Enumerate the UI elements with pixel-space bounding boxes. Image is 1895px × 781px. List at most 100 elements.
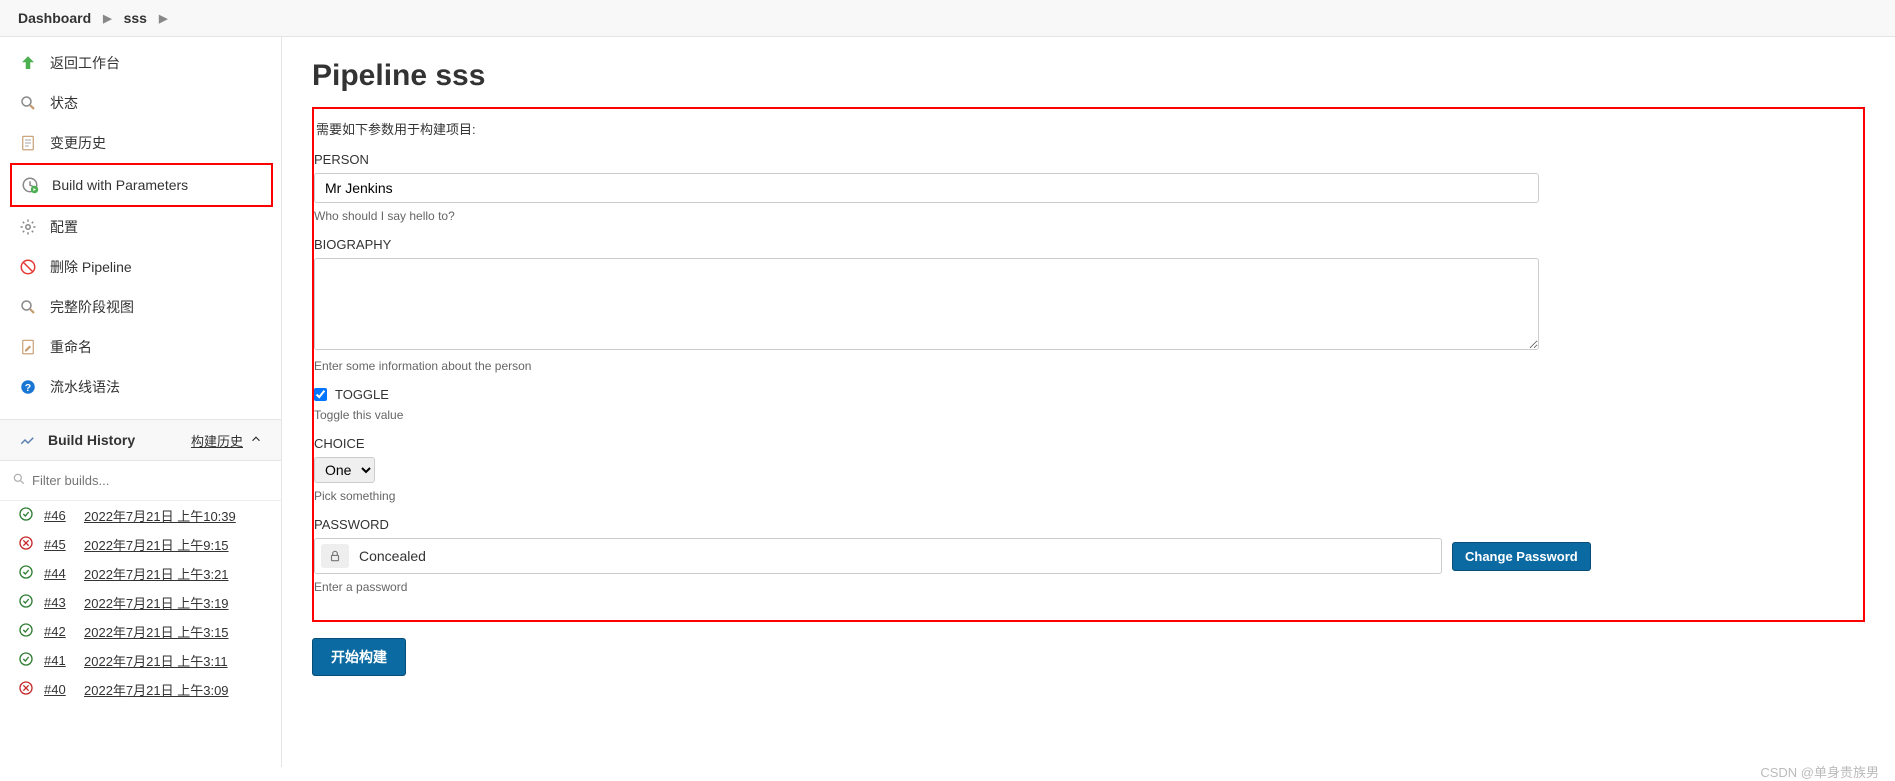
search-icon <box>18 297 38 317</box>
password-display: Concealed <box>314 538 1442 574</box>
check-circle-icon <box>18 593 34 612</box>
param-password: PASSWORD Concealed Change Password Enter… <box>314 517 1863 594</box>
param-person: PERSON Who should I say hello to? <box>314 152 1863 223</box>
change-password-button[interactable]: Change Password <box>1452 542 1591 571</box>
sidebar-item-full-stage[interactable]: 完整阶段视图 <box>0 287 281 327</box>
build-number-link[interactable]: #41 <box>44 653 74 668</box>
param-choice: CHOICE One Pick something <box>314 436 1863 503</box>
sidebar-item-label: 配置 <box>50 217 78 237</box>
build-row: #40 2022年7月21日 上午3:09 <box>0 675 281 704</box>
sidebar-item-label: 删除 Pipeline <box>50 257 132 277</box>
build-time-link[interactable]: 2022年7月21日 上午3:21 <box>84 564 229 583</box>
build-time-link[interactable]: 2022年7月21日 上午3:19 <box>84 593 229 612</box>
params-intro: 需要如下参数用于构建项目: <box>314 119 1863 138</box>
document-icon <box>18 133 38 153</box>
param-biography: BIOGRAPHY Enter some information about t… <box>314 237 1863 373</box>
sidebar-item-label: 流水线语法 <box>50 377 120 397</box>
param-label: PASSWORD <box>314 517 1863 532</box>
sidebar-item-delete[interactable]: 删除 Pipeline <box>0 247 281 287</box>
breadcrumb-dashboard[interactable]: Dashboard <box>18 10 91 26</box>
sidebar-item-changes[interactable]: 变更历史 <box>0 123 281 163</box>
help-icon: ? <box>18 377 38 397</box>
param-help: Pick something <box>314 489 1863 503</box>
up-arrow-icon <box>18 53 38 73</box>
sidebar-item-back[interactable]: 返回工作台 <box>0 43 281 83</box>
build-history-header: Build History 构建历史 <box>0 419 281 461</box>
build-number-link[interactable]: #46 <box>44 508 74 523</box>
sidebar-item-label: 重命名 <box>50 337 92 357</box>
build-filter-input[interactable] <box>32 469 269 492</box>
build-row: #43 2022年7月21日 上午3:19 <box>0 588 281 617</box>
sidebar-item-label: Build with Parameters <box>52 177 188 193</box>
check-circle-icon <box>18 506 34 525</box>
param-label: TOGGLE <box>335 387 389 402</box>
sidebar: 返回工作台 状态 变更历史 Build with Parameters 配置 <box>0 37 282 767</box>
lock-icon <box>321 544 349 568</box>
sidebar-item-label: 返回工作台 <box>50 53 120 73</box>
check-circle-icon <box>18 651 34 670</box>
watermark: CSDN @单身贵族男 <box>1760 762 1879 781</box>
build-time-link[interactable]: 2022年7月21日 上午10:39 <box>84 506 236 525</box>
choice-select[interactable]: One <box>314 457 375 483</box>
param-label: BIOGRAPHY <box>314 237 1863 252</box>
no-entry-icon <box>18 257 38 277</box>
sidebar-item-label: 变更历史 <box>50 133 106 153</box>
clock-play-icon <box>20 175 40 195</box>
build-number-link[interactable]: #45 <box>44 537 74 552</box>
document-edit-icon <box>18 337 38 357</box>
build-number-link[interactable]: #40 <box>44 682 74 697</box>
sidebar-item-build-with-parameters[interactable]: Build with Parameters <box>10 163 273 207</box>
password-concealed-text: Concealed <box>359 548 426 564</box>
check-circle-icon <box>18 622 34 641</box>
sidebar-item-syntax[interactable]: ? 流水线语法 <box>0 367 281 407</box>
trend-icon <box>18 430 38 450</box>
main-content: Pipeline sss 需要如下参数用于构建项目: PERSON Who sh… <box>282 37 1895 767</box>
search-icon <box>12 472 26 489</box>
build-history-trend-link[interactable]: 构建历史 <box>191 431 263 450</box>
toggle-checkbox[interactable] <box>314 388 327 401</box>
param-help: Enter some information about the person <box>314 359 1863 373</box>
build-time-link[interactable]: 2022年7月21日 上午9:15 <box>84 535 229 554</box>
parameters-form: 需要如下参数用于构建项目: PERSON Who should I say he… <box>312 107 1865 622</box>
param-label: CHOICE <box>314 436 1863 451</box>
build-row: #41 2022年7月21日 上午3:11 <box>0 646 281 675</box>
breadcrumb-job[interactable]: sss <box>124 10 147 26</box>
build-list: #46 2022年7月21日 上午10:39 #45 2022年7月21日 上午9:1… <box>0 501 281 704</box>
chevron-up-icon <box>249 432 263 449</box>
build-filter <box>0 461 281 501</box>
build-row: #44 2022年7月21日 上午3:21 <box>0 559 281 588</box>
build-number-link[interactable]: #43 <box>44 595 74 610</box>
x-circle-icon <box>18 535 34 554</box>
param-label: PERSON <box>314 152 1863 167</box>
build-time-link[interactable]: 2022年7月21日 上午3:15 <box>84 622 229 641</box>
breadcrumb: Dashboard ▶ sss ▶ <box>0 0 1895 37</box>
gear-icon <box>18 217 38 237</box>
build-number-link[interactable]: #42 <box>44 624 74 639</box>
page-title: Pipeline sss <box>312 59 1865 93</box>
build-row: #45 2022年7月21日 上午9:15 <box>0 530 281 559</box>
sidebar-item-rename[interactable]: 重命名 <box>0 327 281 367</box>
build-time-link[interactable]: 2022年7月21日 上午3:09 <box>84 680 229 699</box>
build-button[interactable]: 开始构建 <box>312 638 406 676</box>
build-row: #46 2022年7月21日 上午10:39 <box>0 501 281 530</box>
person-input[interactable] <box>314 173 1539 203</box>
sidebar-item-label: 完整阶段视图 <box>50 297 134 317</box>
build-history-title: Build History <box>48 432 135 448</box>
svg-text:?: ? <box>25 382 31 394</box>
biography-textarea[interactable] <box>314 258 1539 350</box>
sidebar-item-label: 状态 <box>50 93 78 113</box>
param-help: Who should I say hello to? <box>314 209 1863 223</box>
sidebar-item-status[interactable]: 状态 <box>0 83 281 123</box>
chevron-right-icon: ▶ <box>103 12 111 25</box>
search-icon <box>18 93 38 113</box>
param-help: Enter a password <box>314 580 1863 594</box>
build-time-link[interactable]: 2022年7月21日 上午3:11 <box>84 651 228 670</box>
param-help: Toggle this value <box>314 408 1863 422</box>
build-number-link[interactable]: #44 <box>44 566 74 581</box>
param-toggle: TOGGLE Toggle this value <box>314 387 1863 422</box>
build-row: #42 2022年7月21日 上午3:15 <box>0 617 281 646</box>
x-circle-icon <box>18 680 34 699</box>
check-circle-icon <box>18 564 34 583</box>
sidebar-item-configure[interactable]: 配置 <box>0 207 281 247</box>
chevron-right-icon: ▶ <box>159 12 167 25</box>
